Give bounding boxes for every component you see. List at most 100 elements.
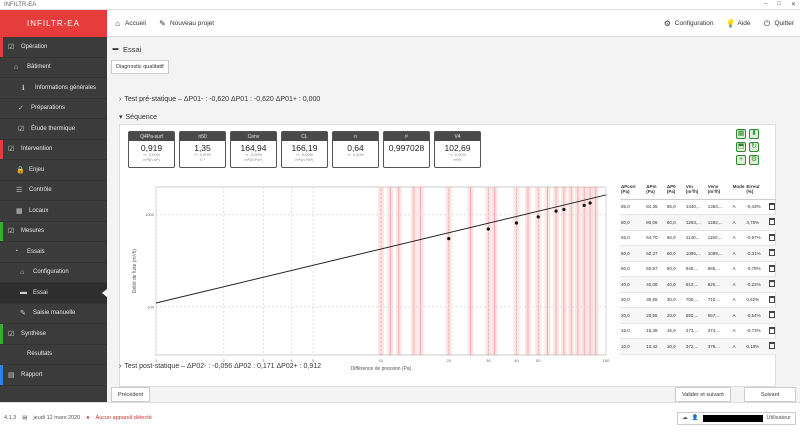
user-icon: 👤: [691, 415, 699, 421]
sidebar-item[interactable]: ✎ Saisie manuelle: [0, 304, 107, 324]
table-cell: 84,35: [645, 199, 666, 215]
next-button[interactable]: Suivant: [744, 387, 796, 402]
pre-test-section[interactable]: › Test pré-statique – ΔP01- : -0,620 ΔP0…: [119, 96, 320, 103]
table-cell: 949,...: [684, 261, 707, 277]
table-row[interactable]: 40,0 40,08 40,0 813,... 820,... A -0,22%: [620, 276, 776, 293]
sidebar-item[interactable]: ☑ Synthèse: [0, 324, 107, 345]
sidebar-item[interactable]: ⌂ Bâtiment: [0, 58, 107, 78]
metric-uncertainty: +/- 0,00%: [346, 152, 365, 157]
column-header: Mode: [731, 183, 746, 200]
delete-row-cell[interactable]: [767, 292, 776, 308]
close-icon[interactable]: ✕: [791, 1, 796, 8]
trash-icon[interactable]: [768, 326, 775, 334]
sidebar-item[interactable]: ◔ Essais: [0, 242, 107, 263]
export-tool-icon[interactable]: ⬒: [736, 142, 746, 152]
table-row[interactable]: 85,0 84,35 85,0 1340,... 1363,... A -0,43%: [620, 199, 776, 215]
check-square-icon: ☑: [8, 228, 15, 236]
add-tool-icon[interactable]: +: [736, 155, 746, 165]
delete-row-cell[interactable]: [767, 276, 776, 293]
table-cell: 710,...: [706, 292, 732, 308]
data-point: [562, 207, 566, 212]
minimize-icon[interactable]: –: [764, 1, 767, 8]
delete-row-cell[interactable]: [767, 338, 776, 355]
table-tool-icon[interactable]: ▦: [736, 129, 746, 139]
trash-icon[interactable]: [768, 249, 775, 257]
sidebar-item[interactable]: 🔒 Enjeu: [0, 160, 107, 181]
settings-tool-icon[interactable]: ⚙: [749, 155, 759, 165]
table-cell: 40,08: [645, 276, 666, 293]
metric-label: CL: [282, 132, 327, 141]
delete-row-cell[interactable]: [767, 307, 776, 324]
delete-row-cell[interactable]: [767, 261, 776, 277]
user-box[interactable]: ☁ 👤 Utilisateur: [677, 411, 796, 425]
sidebar-item[interactable]: ℹ Informations générales: [0, 78, 107, 99]
check-square-icon: ☑: [8, 146, 15, 154]
refresh-tool-icon[interactable]: ↻: [749, 142, 759, 152]
table-cell: 15,0: [620, 323, 646, 339]
date-text: jeudi 12 mars 2020: [33, 415, 81, 421]
quit-button[interactable]: ⏻ Quitter: [762, 19, 794, 28]
trash-icon[interactable]: [768, 233, 775, 241]
table-row[interactable]: 50,0 50,57 50,0 949,... 960,... A -0,78%: [620, 261, 776, 277]
table-row[interactable]: 30,0 30,65 30,0 700,... 710,... A 0,62%: [620, 292, 776, 308]
home-button[interactable]: ⌂ Accueil: [113, 19, 146, 28]
table-row[interactable]: 80,0 80,06 80,0 1263,... 1282,... A 3,75%: [620, 214, 776, 231]
delete-row-cell[interactable]: [767, 323, 776, 339]
validate-next-button[interactable]: Valider et suivant: [675, 387, 731, 402]
metric-card: Cenv 164,94 +/- 0,00% m³/(h.Paⁿ): [230, 131, 277, 168]
metric-card: n50 1,35 +/- 0,00% h⁻¹: [179, 131, 226, 168]
sidebar-item[interactable]: ▤ Rapport: [0, 365, 107, 386]
table-cell: 557,...: [706, 307, 732, 324]
sidebar-item[interactable]: ⌂ Configuration: [0, 263, 107, 283]
delete-row-cell[interactable]: [767, 245, 776, 262]
delete-row-cell[interactable]: [767, 230, 776, 246]
trash-icon[interactable]: [768, 295, 775, 303]
table-cell: 60,37: [645, 245, 666, 262]
table-cell: -0,54%: [745, 307, 768, 324]
post-test-section[interactable]: › Test post-statique – ΔP02- : -0,056 ΔP…: [119, 363, 321, 370]
help-button[interactable]: 💡 Aide: [725, 19, 750, 28]
sidebar-item[interactable]: ☰ Contrôle: [0, 181, 107, 201]
trash-icon[interactable]: [768, 342, 775, 350]
trash-icon[interactable]: [768, 264, 775, 272]
trash-icon[interactable]: [768, 218, 775, 226]
delete-row-cell[interactable]: [767, 214, 776, 231]
sidebar-item[interactable]: ☑ Intervention: [0, 139, 107, 160]
sidebar-item[interactable]: ☑ Mesures: [0, 221, 107, 242]
help-label: Aide: [737, 19, 751, 27]
column-header: Venv (m³/h): [706, 183, 732, 200]
top-toolbar: ⌂ Accueil ✎ Nouveau projet ⚙ Configurati…: [107, 10, 800, 37]
home-icon: ⌂: [115, 18, 120, 28]
table-row[interactable]: 60,0 60,37 60,0 1095,... 1099,... A -0,31%: [620, 245, 776, 262]
chart-icon: ▬: [20, 289, 27, 297]
table-cell: 20,0: [620, 307, 646, 324]
window-controls: – □ ✕: [764, 1, 796, 8]
diagnostic-button[interactable]: Diagnostic qualitatif: [111, 60, 169, 74]
new-project-button[interactable]: ✎ Nouveau projet: [158, 19, 214, 28]
config-button[interactable]: ⚙ Configuration: [663, 19, 714, 28]
sidebar-item[interactable]: ▦ Locaux: [0, 201, 107, 222]
table-row[interactable]: 65,0 64,70 65,0 1140,... 1150,... A -0,57%: [620, 230, 776, 246]
sidebar-item[interactable]: Résultats: [0, 345, 107, 365]
sidebar-item[interactable]: ☑ Étude thermique: [0, 119, 107, 140]
data-point: [486, 227, 490, 231]
table-cell: 1263,...: [684, 214, 707, 231]
trash-icon[interactable]: [768, 280, 775, 288]
import-tool-icon[interactable]: ⬍: [749, 129, 759, 139]
trash-icon[interactable]: [768, 202, 775, 210]
sidebar-item[interactable]: ▬ Essai: [0, 283, 107, 304]
column-header: Erreur (%): [745, 183, 768, 200]
delete-row-cell[interactable]: [767, 199, 776, 215]
table-row[interactable]: 10,0 10,42 10,0 372,... 378,... A 0,18%: [620, 338, 776, 355]
lock-icon: 🔒: [16, 166, 25, 174]
maximize-icon[interactable]: □: [777, 1, 781, 8]
sequence-section[interactable]: ▾ Séquence: [119, 113, 157, 122]
sidebar-item[interactable]: ✓ Préparations: [0, 99, 107, 119]
column-header: ΔPm (Pa): [645, 183, 666, 200]
previous-button[interactable]: Précédent: [111, 387, 151, 402]
table-cell: 20,55: [645, 307, 666, 324]
trash-icon[interactable]: [768, 311, 775, 319]
table-row[interactable]: 20,0 20,55 20,0 550,... 557,... A -0,54%: [620, 307, 776, 324]
sidebar-item[interactable]: ☑ Opération: [0, 37, 107, 58]
table-row[interactable]: 15,0 15,39 15,0 473,... 474,... A -0,73%: [620, 323, 776, 339]
